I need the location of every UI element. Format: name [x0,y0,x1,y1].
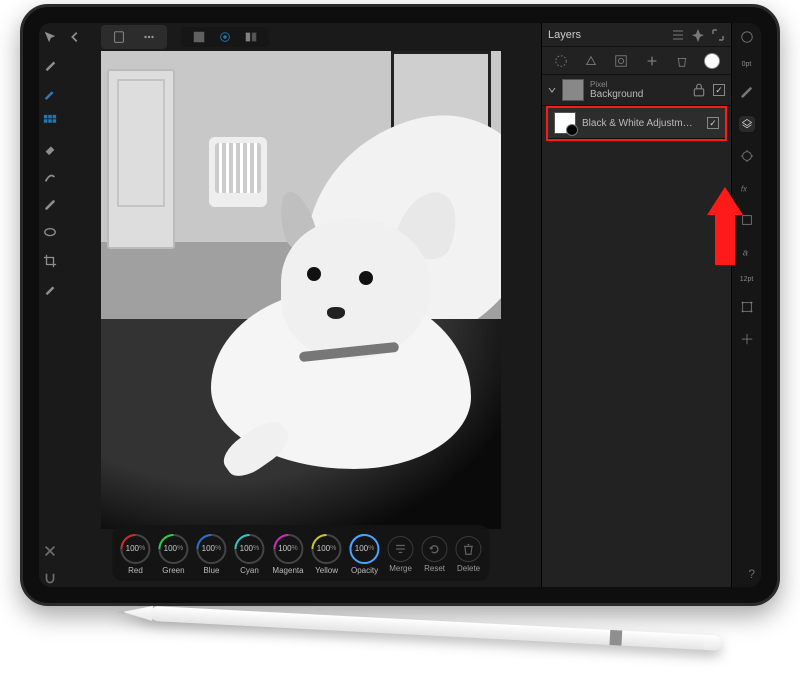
trash-icon [461,541,477,557]
delete-layer-icon[interactable] [674,53,690,69]
reset-button[interactable]: Reset [422,536,448,573]
dial-red[interactable]: 100%Red [120,534,150,575]
bw-adjustment-panel: 100%Red 100%Green 100%Blue 100%Cyan 100%… [112,525,489,581]
pin-icon[interactable] [691,28,705,42]
right-studio-bar: 0pt fx a 12pt ? [731,23,761,587]
dial-magenta[interactable]: 100%Magenta [272,534,303,575]
lasso-tool-icon[interactable] [42,225,58,241]
document-icon[interactable] [111,29,127,45]
layer-thumb [562,79,584,101]
fx-studio-icon[interactable]: fx [739,180,755,196]
app-screen: 100%Red 100%Green 100%Blue 100%Cyan 100%… [39,23,761,587]
smudge-tool-icon[interactable] [42,169,58,185]
color-picker-tool-icon[interactable] [42,281,58,297]
persona-liquify-icon[interactable] [217,29,233,45]
layer-background[interactable]: Pixel Background ✓ [542,75,731,106]
color-studio-icon[interactable] [739,29,755,45]
persona-photo-icon[interactable] [191,29,207,45]
pixel-brush-tool-icon[interactable] [42,85,58,101]
transform-studio-icon[interactable] [739,299,755,315]
visibility-checkbox[interactable]: ✓ [713,84,725,96]
merge-icon [393,541,409,557]
layers-panel: Layers Pixel Background [541,23,731,587]
dial-blue[interactable]: 100%Blue [196,534,226,575]
visibility-checkbox[interactable]: ✓ [707,117,719,129]
navigator-studio-icon[interactable] [739,331,755,347]
dial-cyan[interactable]: 100%Cyan [234,534,264,575]
top-toolbar [61,23,541,51]
add-layer-icon[interactable] [644,53,660,69]
svg-text:fx: fx [740,185,747,194]
persona-controls [181,27,269,47]
clone-tool-icon[interactable] [42,197,58,213]
label-0pt: 0pt [742,61,752,68]
paint-brush-tool-icon[interactable] [42,57,58,73]
svg-text:a: a [742,248,748,259]
canvas-area[interactable]: 100%Red 100%Green 100%Blue 100%Cyan 100%… [61,51,541,587]
center-area: 100%Red 100%Green 100%Blue 100%Cyan 100%… [61,23,541,587]
history-studio-icon[interactable] [739,212,755,228]
layers-toolbar [542,47,731,75]
arrow-tool-icon[interactable] [42,29,58,45]
reset-icon [427,541,443,557]
lock-icon[interactable] [691,82,707,98]
dial-opacity[interactable]: 100%Opacity [350,534,380,575]
help-icon[interactable]: ? [739,563,755,579]
brush-studio-icon[interactable] [739,84,755,100]
layers-header: Layers [542,23,731,47]
magnet-icon[interactable] [42,571,58,587]
adjust-studio-icon[interactable] [739,148,755,164]
delete-button[interactable]: Delete [456,536,482,573]
highlighted-layer: Black & White Adjustm… ✓ [546,106,727,141]
chevron-down-icon[interactable] [548,86,556,94]
document-controls [101,25,167,49]
close-icon[interactable] [42,543,58,559]
opacity-icon[interactable] [553,53,569,69]
tablet-frame: 100%Red 100%Green 100%Blue 100%Cyan 100%… [20,4,780,606]
more-icon[interactable] [141,29,157,45]
persona-export-icon[interactable] [243,29,259,45]
grid-tool-icon[interactable] [42,113,58,129]
merge-button[interactable]: Merge [388,536,414,573]
color-swatch[interactable] [704,53,720,69]
dial-green[interactable]: 100%Green [158,534,188,575]
blend-icon[interactable] [583,53,599,69]
layer-bw-adjustment[interactable]: Black & White Adjustm… ✓ [548,108,725,139]
canvas-image[interactable] [101,51,501,529]
adjustments-icon[interactable] [613,53,629,69]
label-12pt: 12pt [740,276,754,283]
expand-icon[interactable] [711,28,725,42]
layers-studio-icon[interactable] [739,116,755,132]
layer-bw-label: Black & White Adjustm… [582,118,701,129]
dial-yellow[interactable]: 100%Yellow [312,534,342,575]
back-icon[interactable] [67,29,83,45]
left-toolbar [39,23,61,587]
text-studio-icon[interactable]: a [739,244,755,260]
eraser-tool-icon[interactable] [42,141,58,157]
layer-thumb-bw [554,112,576,134]
panel-menu-icon[interactable] [671,28,685,42]
crop-tool-icon[interactable] [42,253,58,269]
layers-title: Layers [548,29,665,41]
layer-bg-label: Pixel Background [590,80,685,100]
